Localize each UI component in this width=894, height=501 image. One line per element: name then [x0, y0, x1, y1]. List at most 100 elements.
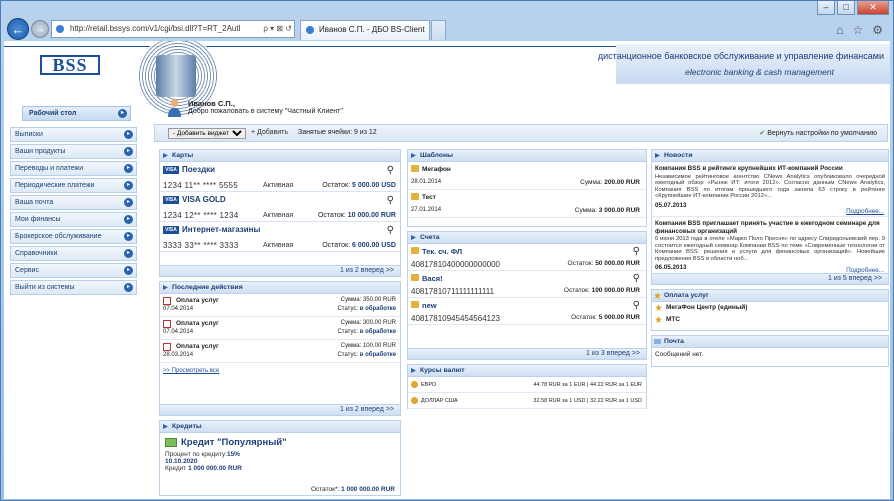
search-icon[interactable]: ⚲ — [633, 273, 640, 284]
home-icon[interactable]: ⌂ — [836, 23, 843, 37]
card-item[interactable]: VISA VISA GOLD ⚲ 1234 12** **** 1234 Акти… — [160, 192, 400, 222]
sidebar-item-label: Сервис — [15, 267, 39, 274]
visa-icon: VISA — [163, 166, 179, 174]
card-item[interactable]: VISA Поездки ⚲ 1234 11** **** 5555 Активн… — [160, 162, 400, 192]
sidebar-item-logout[interactable]: Выйти из системы ▸ — [10, 280, 137, 295]
new-tab-button[interactable] — [431, 20, 446, 40]
search-icon[interactable]: ⚲ — [633, 300, 640, 311]
view-all-link[interactable]: >> Просмотреть все — [163, 368, 219, 374]
close-window-button[interactable]: ✕ — [857, 1, 889, 15]
calendar-icon — [163, 297, 171, 305]
search-icon[interactable]: ⚲ — [387, 195, 394, 206]
sidebar-item-statements[interactable]: Выписки ▸ — [10, 127, 137, 142]
balance-value: 6 000.00 USD — [352, 242, 396, 249]
sidebar-item-service[interactable]: Сервис ▸ — [10, 263, 137, 278]
credits-widget: Кредиты Кредит "Популярный" Процент по к… — [159, 420, 401, 496]
address-controls[interactable]: ρ ▾ ⊠ ↺ — [263, 21, 292, 37]
widget-title: Счета — [420, 234, 440, 241]
sidebar-item-periodic-payments[interactable]: Периодические платежи ▸ — [10, 178, 137, 193]
reset-settings-link[interactable]: ✔ Вернуть настройки по умолчанию — [759, 129, 877, 137]
account-item[interactable]: Вася! ⚲ 40817810711111111111 Остаток: 10… — [408, 271, 646, 298]
sidebar-item-brokerage[interactable]: Брокерское обслуживание ▸ — [10, 229, 137, 244]
widget-header: Оплата услуг — [652, 290, 888, 302]
mail-empty: Сообщений нет. — [655, 351, 704, 358]
news-item[interactable]: Компания BSS в рейтинге крупнейших ИТ-ко… — [652, 162, 888, 216]
favorites-icon[interactable]: ☆ — [852, 23, 863, 37]
sidebar-item-directories[interactable]: Справочники ▸ — [10, 246, 137, 261]
search-icon[interactable]: ⚲ — [387, 165, 394, 176]
sidebar-item-finances[interactable]: Мои финансы ▸ — [10, 212, 137, 227]
maximize-button[interactable]: □ — [837, 1, 855, 15]
template-name: Тест — [422, 194, 436, 201]
balance-value: 100 000.00 RUR — [591, 287, 640, 294]
service-item[interactable]: МегаФон Центр (единый) — [652, 302, 888, 314]
currency-name: ЕВРО — [421, 382, 437, 388]
settings-icon[interactable]: ⚙ — [872, 23, 883, 37]
news-item[interactable]: Компания BSS приглашает принять участие … — [652, 216, 888, 274]
widget-select[interactable]: - Добавить виджет - — [168, 128, 246, 139]
credit-item[interactable]: Кредит "Популярный" Процент по кредиту:1… — [160, 433, 400, 497]
search-icon[interactable]: ⚲ — [633, 246, 640, 257]
action-sum: Сумма: 100.00 RUR — [340, 343, 396, 349]
sidebar-item-transfers[interactable]: Переводы и платежи ▸ — [10, 161, 137, 176]
user-greeting: Иванов С.П., Добро пожаловать в систему … — [167, 98, 427, 122]
accounts-pager[interactable]: 1 из 3 вперед >> — [408, 348, 646, 359]
arrow-icon — [411, 235, 416, 240]
balance-value: 10 000.00 RUR — [347, 212, 396, 219]
balance-label: Остаток: — [571, 314, 597, 321]
action-item[interactable]: Оплата услуг Сумма: 350.00 RUR 07.04.201… — [160, 294, 400, 317]
arrow-icon: ▸ — [124, 181, 133, 190]
credit-rest-value: 1 000 000.00 RUR — [341, 486, 395, 493]
widget-header: Карты — [160, 150, 400, 162]
action-item[interactable]: Оплата услуг Сумма: 300.00 RUR 07.04.201… — [160, 317, 400, 340]
tab-active[interactable]: Иванов С.П. - ДБО BS-Client — [300, 20, 430, 40]
card-name: VISA VISA GOLD — [163, 195, 226, 204]
header-tagline: дистанционное банковское обслуживание и … — [598, 44, 890, 84]
add-widget-button[interactable]: + Добавить — [251, 129, 288, 136]
actions-pager[interactable]: 1 из 2 вперед >> — [160, 404, 400, 415]
action-name: Оплата услуг — [176, 297, 219, 304]
sidebar-item-home[interactable]: Рабочий стол ▸ — [22, 106, 131, 121]
template-name: Мегафон — [422, 166, 451, 173]
folder-icon — [411, 247, 419, 254]
service-name: МТС — [666, 316, 681, 323]
sidebar-item-products[interactable]: Ваши продукты ▸ — [10, 144, 137, 159]
account-item[interactable]: new ⚲ 40817810945454564123 Остаток: 5 00… — [408, 298, 646, 325]
sidebar-item-label: Рабочий стол — [29, 110, 77, 117]
forward-button[interactable]: → — [31, 20, 49, 38]
mail-icon — [654, 339, 661, 344]
template-item[interactable]: Мегафон 28.01.2014 Сумма: 200.00 RUR — [408, 162, 646, 190]
template-item[interactable]: Тест 27.01.2014 Сумма: 3 000.00 RUR — [408, 190, 646, 218]
sum-value: 200.00 RUR — [604, 179, 640, 186]
currency-name: ДОЛЛАР США — [421, 398, 458, 404]
arrow-icon — [163, 285, 168, 290]
dollar-icon — [411, 397, 418, 404]
credit-name: Кредит "Популярный" — [165, 437, 395, 448]
minimize-button[interactable]: – — [817, 1, 835, 15]
service-item[interactable]: МТС — [652, 314, 888, 326]
card-item[interactable]: VISA Интернет-магазины ⚲ 3333 33** **** 3… — [160, 222, 400, 252]
sidebar-item-label: Мои финансы — [15, 216, 61, 223]
status-label: Статус: — [337, 352, 359, 358]
folder-icon — [411, 301, 419, 308]
browser-tools: ⌂ ☆ ⚙ — [836, 23, 883, 37]
folder-icon — [411, 165, 419, 172]
arrow-icon: ▸ — [124, 283, 133, 292]
arrow-icon — [655, 153, 660, 158]
news-more-link[interactable]: Подробнее... — [846, 208, 884, 215]
bss-logo[interactable]: BSS — [40, 55, 100, 75]
sidebar-item-mail[interactable]: Ваша почта ▸ — [10, 195, 137, 210]
back-button[interactable]: ← — [7, 18, 29, 40]
address-bar[interactable]: http://retail.bssys.com/v1/cgi/bsi.dll?T… — [51, 20, 295, 38]
widget-title: Последние действия — [172, 284, 243, 291]
action-status: Статус: в обработке — [337, 352, 396, 358]
news-pager[interactable]: 1 из 5 вперед >> — [652, 273, 888, 284]
card-number: 1234 11** **** 5555 — [163, 181, 238, 190]
account-name: new — [422, 301, 437, 310]
search-icon[interactable]: ⚲ — [387, 225, 394, 236]
sidebar-item-label: Выписки — [15, 131, 43, 138]
cards-pager[interactable]: 1 из 2 вперед >> — [160, 265, 400, 276]
sum-value: 3 000.00 RUR — [598, 207, 640, 214]
account-item[interactable]: Тек. сч. ФЛ ⚲ 40817810400000000000 Остат… — [408, 244, 646, 271]
action-item[interactable]: Оплата услуг Сумма: 100.00 RUR 28.03.201… — [160, 340, 400, 363]
